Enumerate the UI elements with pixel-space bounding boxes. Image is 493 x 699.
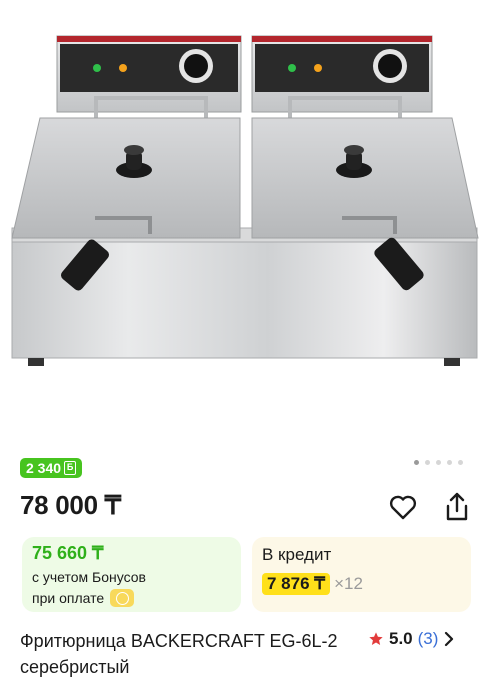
credit-card[interactable]: В кредит 7 876 ₸ ×12 — [252, 537, 471, 612]
rating-value: 5.0 — [389, 629, 413, 648]
credit-title: В кредит — [262, 545, 332, 564]
credit-multiplier: ×12 — [334, 574, 363, 593]
heart-icon — [389, 495, 417, 520]
chevron-right-icon — [445, 631, 454, 647]
bonus-note-2-row: при оплате — [32, 589, 135, 607]
credit-amount: 7 876 ₸ — [262, 573, 331, 595]
payment-coin-icon — [110, 589, 135, 607]
bonus-note-1: с учетом Бонусов — [32, 569, 146, 585]
carousel-dot[interactable] — [447, 460, 452, 465]
bonus-badge-value: 2 340 — [26, 460, 62, 476]
price: 78 000 ₸ — [20, 490, 121, 520]
favorite-button[interactable] — [386, 490, 420, 524]
carousel-dot[interactable] — [436, 460, 441, 465]
bonus-price: 75 660 ₸ — [32, 543, 104, 563]
bonus-note-2: при оплате — [32, 590, 105, 606]
share-icon — [446, 492, 468, 521]
carousel-dot[interactable] — [458, 460, 463, 465]
carousel-dots[interactable] — [414, 460, 463, 465]
carousel-dot[interactable] — [425, 460, 430, 465]
star-icon — [369, 632, 383, 645]
bonus-badge: 2 340 Б — [20, 458, 83, 478]
carousel-dot[interactable] — [414, 460, 419, 465]
credit-row: 7 876 ₸ ×12 — [262, 573, 363, 595]
product-title: Фритюрница BACKERCRAFT EG-6L-2 серебрист… — [20, 631, 338, 677]
bonus-price-card[interactable]: 75 660 ₸ с учетом Бонусов при оплате — [22, 537, 241, 612]
fryer-image — [11, 35, 479, 366]
product-photo[interactable] — [0, 0, 493, 440]
rating-link[interactable]: 5.0 (3) — [368, 628, 455, 650]
bonus-icon: Б — [64, 461, 77, 475]
share-button[interactable] — [440, 490, 474, 524]
review-count: (3) — [417, 629, 439, 648]
